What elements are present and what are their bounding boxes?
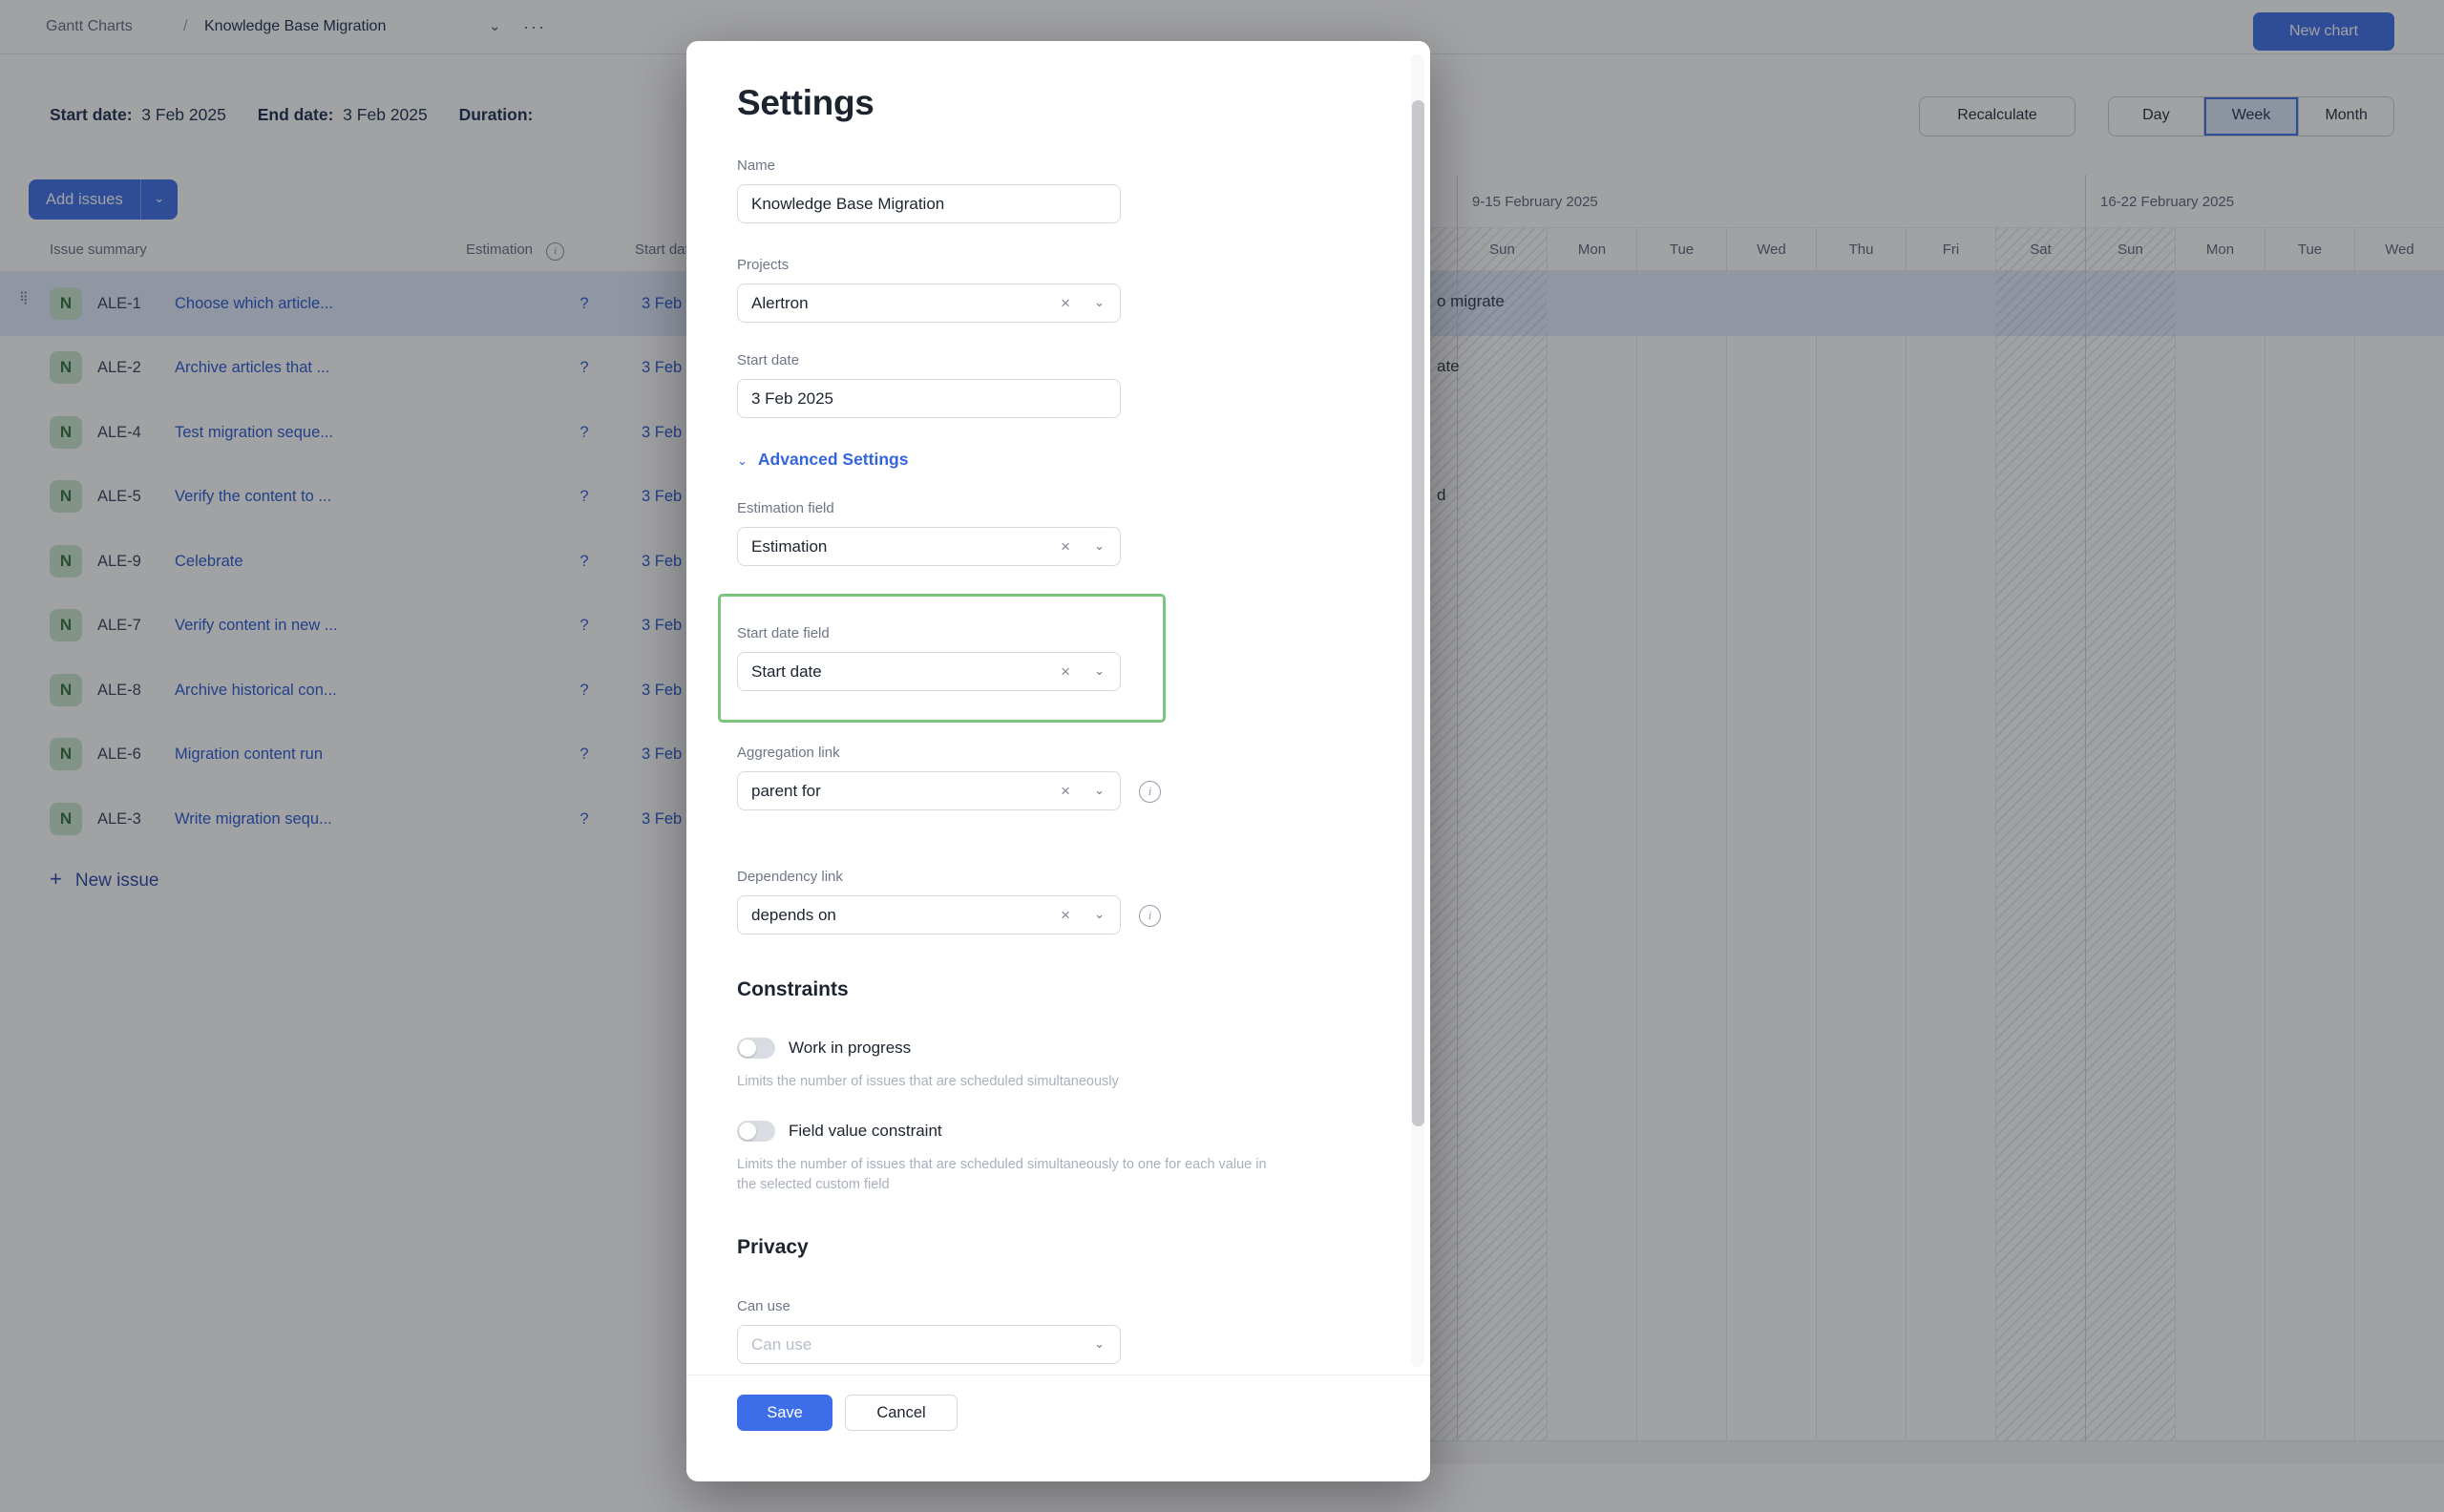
aggregation-link-select[interactable]: parent for × ⌄ <box>737 771 1121 810</box>
dependency-link-select[interactable]: depends on × ⌄ <box>737 895 1121 934</box>
can-use-select[interactable]: Can use ⌄ <box>737 1325 1121 1364</box>
start-date-label: Start date <box>737 352 799 368</box>
clear-icon[interactable]: × <box>1061 528 1070 565</box>
work-in-progress-label: Work in progress <box>789 1039 911 1058</box>
start-date-input[interactable] <box>737 379 1121 418</box>
projects-label: Projects <box>737 257 789 273</box>
projects-value: Alertron <box>751 284 809 322</box>
chevron-down-icon[interactable]: ⌄ <box>1094 653 1105 688</box>
dependency-link-label: Dependency link <box>737 869 843 885</box>
app-window: Gantt Charts / Knowledge Base Migration … <box>0 0 2444 1512</box>
info-icon[interactable]: i <box>1139 905 1161 927</box>
chevron-down-icon[interactable]: ⌄ <box>1094 1326 1105 1361</box>
start-date-field-label: Start date field <box>737 625 830 641</box>
estimation-field-select[interactable]: Estimation × ⌄ <box>737 527 1121 566</box>
estimation-field-label: Estimation field <box>737 500 834 516</box>
work-in-progress-help: Limits the number of issues that are sch… <box>737 1072 1300 1092</box>
clear-icon[interactable]: × <box>1061 772 1070 809</box>
field-value-constraint-toggle[interactable] <box>737 1121 775 1142</box>
chevron-down-icon[interactable]: ⌄ <box>1094 528 1105 563</box>
clear-icon[interactable]: × <box>1061 896 1070 934</box>
chevron-down-icon[interactable]: ⌄ <box>1094 896 1105 932</box>
can-use-placeholder: Can use <box>751 1326 811 1363</box>
modal-title: Settings <box>737 83 874 123</box>
estimation-field-value: Estimation <box>751 528 827 565</box>
chevron-down-icon[interactable]: ⌄ <box>1094 772 1105 808</box>
advanced-settings-toggle[interactable]: ⌄ Advanced Settings <box>737 450 908 470</box>
start-date-field-value: Start date <box>751 653 822 690</box>
constraints-heading: Constraints <box>737 978 849 1001</box>
dependency-link-value: depends on <box>751 896 836 934</box>
field-value-constraint-help: Limits the number of issues that are sch… <box>737 1155 1286 1195</box>
save-button[interactable]: Save <box>737 1395 832 1431</box>
aggregation-link-label: Aggregation link <box>737 745 840 761</box>
projects-select[interactable]: Alertron × ⌄ <box>737 284 1121 323</box>
work-in-progress-toggle[interactable] <box>737 1038 775 1059</box>
chevron-down-icon: ⌄ <box>737 453 748 469</box>
can-use-label: Can use <box>737 1298 790 1314</box>
clear-icon[interactable]: × <box>1061 653 1070 690</box>
start-date-field-select[interactable]: Start date × ⌄ <box>737 652 1121 691</box>
name-input[interactable] <box>737 184 1121 223</box>
advanced-settings-label: Advanced Settings <box>758 450 909 469</box>
settings-modal: Settings Name Projects Alertron × ⌄ Star… <box>686 41 1430 1480</box>
chevron-down-icon[interactable]: ⌄ <box>1094 284 1105 320</box>
modal-scrollbar-thumb[interactable] <box>1412 100 1424 1126</box>
info-icon[interactable]: i <box>1139 781 1161 803</box>
aggregation-link-value: parent for <box>751 772 821 809</box>
clear-icon[interactable]: × <box>1061 284 1070 322</box>
field-value-constraint-label: Field value constraint <box>789 1122 942 1141</box>
name-label: Name <box>737 158 775 174</box>
privacy-heading: Privacy <box>737 1236 809 1259</box>
cancel-button[interactable]: Cancel <box>845 1395 958 1431</box>
modal-footer: Save Cancel <box>686 1375 1430 1481</box>
